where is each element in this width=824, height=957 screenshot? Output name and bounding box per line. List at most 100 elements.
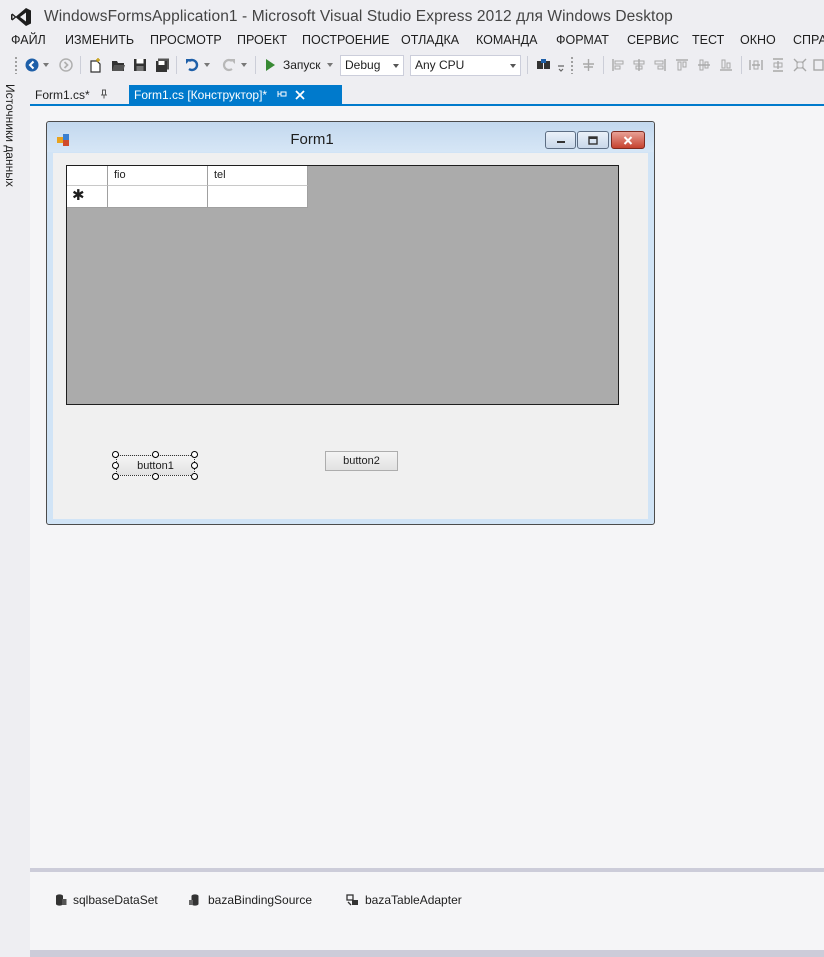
document-tabs: Form1.cs* Form1.cs [Конструктор]*: [30, 85, 824, 105]
chevron-down-icon: [326, 63, 333, 67]
form-close-button[interactable]: [611, 131, 645, 149]
menu-edit[interactable]: ИЗМЕНИТЬ: [65, 33, 134, 47]
resize-handle[interactable]: [191, 462, 198, 469]
undo-icon[interactable]: [182, 55, 202, 75]
toolbar-separator: [176, 56, 177, 74]
toolbar-grip[interactable]: [570, 56, 574, 74]
chevron-down-icon[interactable]: [238, 55, 250, 75]
grid-new-row-header[interactable]: ✱: [67, 186, 108, 208]
solution-platform-dropdown[interactable]: Any CPU: [410, 55, 521, 76]
visual-studio-logo-icon: [11, 8, 31, 26]
component-tray: sqlbaseDataSet bazaBindingSource bazaTab…: [30, 872, 824, 950]
resize-handle[interactable]: [191, 451, 198, 458]
form-client-area[interactable]: fio tel ✱ button1 button2: [53, 153, 648, 519]
new-project-icon[interactable]: [86, 55, 106, 75]
side-panel-strip: [0, 80, 22, 957]
menu-bar: ФАЙЛ ИЗМЕНИТЬ ПРОСМОТР ПРОЕКТ ПОСТРОЕНИЕ…: [0, 32, 824, 52]
menu-help[interactable]: СПРА: [793, 33, 824, 47]
start-debugging-label: Запуск: [283, 58, 321, 72]
menu-format[interactable]: ФОРМАТ: [556, 33, 609, 47]
minimize-icon: [556, 141, 565, 143]
toolbar-separator: [741, 56, 742, 74]
menu-build[interactable]: ПОСТРОЕНИЕ: [302, 33, 389, 47]
pin-icon[interactable]: [100, 89, 108, 102]
tab-form1-designer-label: Form1.cs [Конструктор]*: [134, 88, 268, 102]
resize-handle[interactable]: [112, 462, 119, 469]
data-grid-view[interactable]: fio tel ✱: [66, 165, 619, 405]
play-icon: [266, 59, 275, 71]
tray-item-sqlbase-dataset[interactable]: sqlbaseDataSet: [55, 893, 158, 907]
align-centers-icon[interactable]: [629, 55, 649, 75]
app-title: WindowsFormsApplication1 - Microsoft Vis…: [44, 8, 673, 25]
title-bar: WindowsFormsApplication1 - Microsoft Vis…: [0, 0, 824, 32]
menu-team[interactable]: КОМАНДА: [476, 33, 537, 47]
save-icon[interactable]: [130, 55, 150, 75]
button2[interactable]: button2: [325, 451, 398, 471]
close-icon: [623, 135, 633, 145]
align-middles-icon[interactable]: [694, 55, 714, 75]
menu-test[interactable]: ТЕСТ: [692, 33, 724, 47]
toolbar-separator: [527, 56, 528, 74]
solution-platform-value: Any CPU: [415, 58, 465, 72]
solution-configuration-dropdown[interactable]: Debug: [340, 55, 404, 76]
menu-project[interactable]: ПРОЕКТ: [237, 33, 287, 47]
grid-column-header[interactable]: tel: [208, 166, 308, 186]
navigate-forward-icon[interactable]: [56, 55, 76, 75]
redo-icon[interactable]: [218, 55, 238, 75]
menu-window[interactable]: ОКНО: [740, 33, 776, 47]
dataset-icon: [56, 894, 67, 906]
chevron-down-icon[interactable]: [201, 55, 213, 75]
toolbar-grip[interactable]: [14, 56, 18, 74]
size-to-grid-icon[interactable]: [790, 55, 810, 75]
resize-handle[interactable]: [191, 473, 198, 480]
menu-view[interactable]: ПРОСМОТР: [150, 33, 222, 47]
tab-form1-code[interactable]: Form1.cs*: [30, 85, 126, 105]
data-sources-tab[interactable]: Источники данных: [3, 84, 19, 194]
grid-corner-header[interactable]: [67, 166, 108, 186]
tray-item-baza-binding-source[interactable]: bazaBindingSource: [189, 893, 312, 907]
pin-icon[interactable]: [277, 89, 287, 101]
save-all-icon[interactable]: [152, 55, 172, 75]
grid-column-header[interactable]: fio: [108, 166, 208, 186]
standard-toolbar: Запуск Debug Any CPU: [0, 52, 824, 78]
resize-handle[interactable]: [152, 473, 159, 480]
start-debugging-button[interactable]: Запуск: [262, 55, 333, 75]
align-bottoms-icon[interactable]: [716, 55, 736, 75]
resize-handle[interactable]: [152, 451, 159, 458]
menu-tools[interactable]: СЕРВИС: [627, 33, 679, 47]
make-same-size-icon[interactable]: [812, 55, 824, 75]
menu-file[interactable]: ФАЙЛ: [11, 33, 46, 47]
open-file-icon[interactable]: [108, 55, 128, 75]
resize-handle[interactable]: [112, 451, 119, 458]
grid-cell[interactable]: [108, 186, 208, 208]
toolbar-separator: [603, 56, 604, 74]
tray-item-baza-table-adapter[interactable]: bazaTableAdapter: [346, 893, 462, 907]
chevron-down-icon[interactable]: [41, 55, 51, 75]
maximize-button[interactable]: [577, 131, 609, 149]
grid-cell[interactable]: [208, 186, 308, 208]
maximize-icon: [588, 135, 598, 145]
close-icon[interactable]: [295, 88, 305, 103]
navigate-back-icon[interactable]: [22, 55, 42, 75]
align-rights-icon[interactable]: [650, 55, 670, 75]
toolbar-overflow-icon[interactable]: [555, 55, 567, 75]
align-tops-icon[interactable]: [672, 55, 692, 75]
find-in-files-icon[interactable]: [533, 55, 555, 75]
align-to-grid-icon[interactable]: [578, 55, 598, 75]
resize-handle[interactable]: [112, 473, 119, 480]
align-lefts-icon[interactable]: [608, 55, 628, 75]
form-title: Form1: [290, 131, 334, 148]
tab-form1-code-label: Form1.cs*: [35, 88, 90, 102]
tray-item-label: bazaBindingSource: [208, 893, 313, 907]
bottom-strip: [30, 950, 824, 957]
form-caption-bar[interactable]: Form1: [47, 122, 654, 152]
form-window[interactable]: Form1 fio tel ✱ button1 button2: [46, 121, 655, 525]
tray-item-label: bazaTableAdapter: [365, 893, 462, 907]
menu-debug[interactable]: ОТЛАДКА: [401, 33, 459, 47]
make-same-width-icon[interactable]: [746, 55, 766, 75]
make-same-height-icon[interactable]: [768, 55, 788, 75]
table-adapter-icon: [346, 893, 358, 905]
tab-form1-designer[interactable]: Form1.cs [Конструктор]*: [129, 85, 342, 105]
chevron-down-icon: [393, 64, 399, 68]
minimize-button[interactable]: [545, 131, 576, 149]
